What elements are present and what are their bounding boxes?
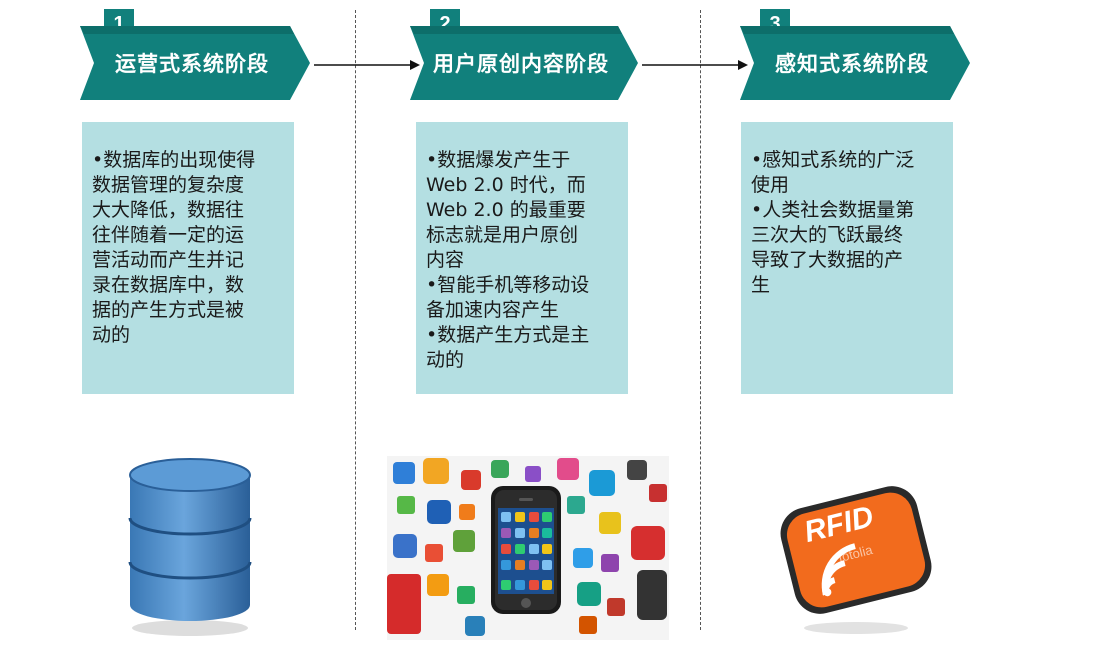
stage-description: •数据爆发产生于 Web 2.0 时代，而 Web 2.0 的最重要 标志就是用…	[416, 122, 628, 394]
rfid-tag-icon: RFID fotolia	[776, 478, 936, 638]
desc-line: 三次大的飞跃最终	[751, 224, 904, 246]
stage-description: •数据库的出现使得 数据管理的复杂度 大大降低，数据往 往伴随着一定的运 营活动…	[82, 122, 294, 394]
stage-description: •感知式系统的广泛 使用 •人类社会数据量第 三次大的飞跃最终 导致了大数据的产…	[741, 122, 953, 394]
stage-title: 感知式系统阶段	[775, 52, 929, 76]
desc-line: Web 2.0 的最重要	[426, 199, 586, 221]
desc-line: 录在数据库中，数	[92, 274, 245, 296]
desc-line: 大大降低，数据往	[92, 199, 245, 221]
desc-line: 生	[751, 274, 771, 296]
stage-divider-1	[355, 10, 356, 630]
desc-line: 动的	[426, 349, 465, 371]
desc-line: •人类社会数据量第	[751, 199, 915, 221]
desc-line: 数据管理的复杂度	[92, 174, 245, 196]
arrow-icon	[642, 60, 748, 70]
desc-line: 营活动而产生并记	[92, 249, 245, 271]
desc-line: 标志就是用户原创	[426, 224, 579, 246]
stage-title: 用户原创内容阶段	[433, 52, 609, 76]
desc-line: 据的产生方式是被	[92, 299, 245, 321]
arrow-icon	[314, 60, 420, 70]
desc-line: •智能手机等移动设	[426, 274, 590, 296]
stage-title: 运营式系统阶段	[115, 52, 269, 76]
stage-banner: 感知式系统阶段	[740, 26, 972, 100]
desc-line: 往伴随着一定的运	[92, 224, 245, 246]
desc-line: 使用	[751, 174, 790, 196]
smartphone-icon	[491, 486, 561, 614]
stage-banner: 用户原创内容阶段	[410, 26, 640, 100]
desc-line: 动的	[92, 324, 131, 346]
desc-line: 导致了大数据的产	[751, 249, 904, 271]
smartphone-apps-image	[387, 456, 669, 640]
desc-line: 内容	[426, 249, 465, 271]
desc-line: •数据爆发产生于	[426, 149, 571, 171]
desc-line: 备加速内容产生	[426, 299, 560, 321]
stage-banner: 运营式系统阶段	[80, 26, 312, 100]
desc-line: •数据产生方式是主	[426, 324, 590, 346]
desc-line: •感知式系统的广泛	[751, 149, 915, 171]
desc-line: •数据库的出现使得	[92, 149, 256, 171]
stage-divider-2	[700, 10, 701, 630]
desc-line: Web 2.0 时代，而	[426, 174, 586, 196]
database-icon	[128, 458, 252, 636]
